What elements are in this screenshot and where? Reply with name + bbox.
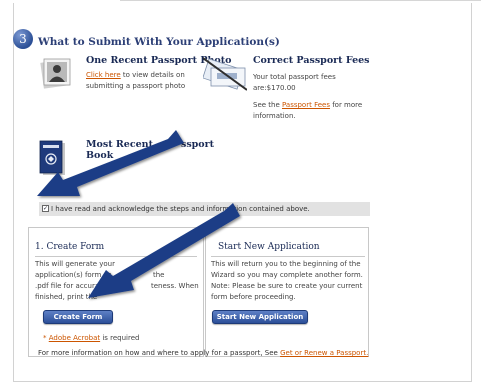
arrow-to-checkbox	[37, 130, 184, 196]
arrow-to-create-form	[88, 203, 240, 298]
instruction-arrows	[37, 130, 240, 298]
